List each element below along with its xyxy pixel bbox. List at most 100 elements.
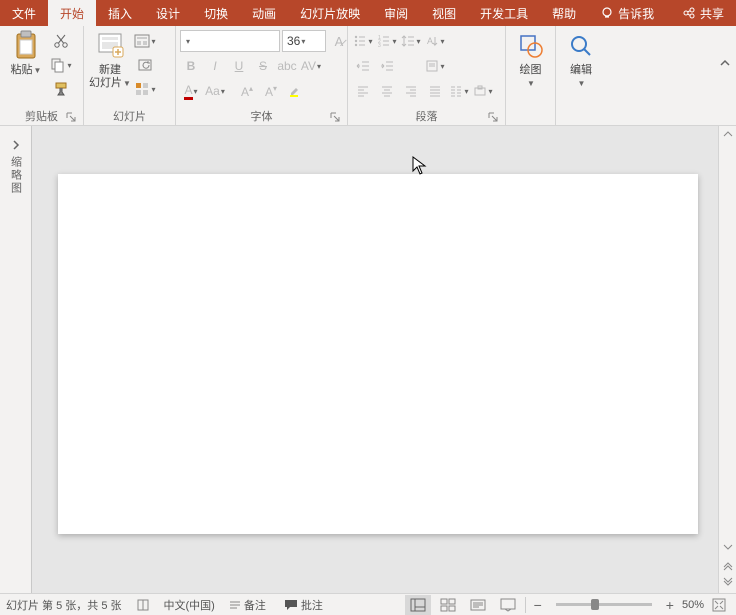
font-launcher[interactable] — [329, 111, 341, 123]
cursor-icon — [412, 156, 428, 176]
tab-home[interactable]: 开始 — [48, 0, 96, 26]
increase-indent-button[interactable] — [376, 55, 398, 77]
notes-button[interactable]: 备注 — [225, 595, 270, 615]
clear-format-button[interactable]: A̷ — [328, 30, 350, 52]
font-size-combo[interactable]: 36▾ — [282, 30, 326, 52]
zoom-level[interactable]: 50% — [682, 599, 704, 611]
format-painter-button[interactable] — [50, 78, 72, 100]
clipboard-launcher[interactable] — [65, 111, 77, 123]
reading-view-icon — [470, 598, 486, 612]
slideshow-view-button[interactable] — [495, 595, 521, 615]
tab-animation[interactable]: 动画 — [240, 0, 288, 26]
align-center-button[interactable] — [376, 80, 398, 102]
font-size-value: 36 — [287, 34, 300, 48]
zoom-in-button[interactable]: + — [662, 595, 678, 615]
slideshow-view-icon — [500, 598, 516, 612]
group-font: ▾ 36▾ A̷ B I U S abc AV▾ A▾ Aa▾ A▴ A▾ 字体 — [176, 26, 348, 125]
fit-window-button[interactable] — [708, 595, 730, 615]
decrease-indent-button[interactable] — [352, 55, 374, 77]
grow-font-button[interactable]: A▴ — [236, 80, 258, 102]
zoom-thumb[interactable] — [591, 599, 599, 610]
comments-button[interactable]: 批注 — [280, 595, 327, 615]
tab-insert[interactable]: 插入 — [96, 0, 144, 26]
scroll-up-icon[interactable] — [722, 128, 734, 140]
spellcheck-button[interactable] — [132, 595, 154, 615]
tab-tellme[interactable]: 告诉我 — [588, 0, 666, 26]
layout-button[interactable]: ▾ — [134, 30, 156, 52]
bold-button[interactable]: B — [180, 55, 202, 77]
editing-button[interactable]: 编辑▼ — [560, 28, 602, 90]
zoom-out-button[interactable]: − — [530, 595, 546, 615]
tab-transition[interactable]: 切换 — [192, 0, 240, 26]
highlight-icon — [288, 84, 302, 98]
tab-review[interactable]: 审阅 — [372, 0, 420, 26]
tab-share[interactable]: 共享 — [670, 0, 736, 26]
collapse-ribbon-button[interactable] — [718, 56, 732, 73]
normal-view-icon — [410, 598, 426, 612]
spacing-icon: AV — [301, 59, 316, 73]
scroll-down-icon[interactable] — [722, 541, 734, 553]
align-text-button[interactable]: ▾ — [424, 55, 446, 77]
line-spacing-button[interactable]: ▾ — [400, 30, 422, 52]
new-slide-button[interactable]: 新建幻灯片▼ — [88, 28, 132, 90]
tab-slideshow[interactable]: 幻灯片放映 — [288, 0, 372, 26]
paste-button[interactable]: 粘贴▼ — [4, 28, 48, 77]
reset-button[interactable] — [134, 54, 156, 76]
outdent-icon — [356, 59, 370, 73]
tab-view[interactable]: 视图 — [420, 0, 468, 26]
copy-button[interactable]: ▾ — [50, 54, 72, 76]
slide-counter[interactable]: 幻灯片 第 5 张，共 5 张 — [6, 597, 122, 613]
layout-icon — [134, 33, 150, 49]
strike-button[interactable]: S — [252, 55, 274, 77]
tab-design[interactable]: 设计 — [144, 0, 192, 26]
scissors-icon — [53, 33, 69, 49]
ribbon-tabs: 文件 开始 插入 设计 切换 动画 幻灯片放映 审阅 视图 开发工具 帮助 告诉… — [0, 0, 736, 26]
strike-icon: S — [259, 59, 267, 73]
zoom-slider[interactable] — [556, 603, 652, 606]
language-label[interactable]: 中文(中国) — [164, 597, 215, 613]
char-spacing-button[interactable]: AV▾ — [300, 55, 322, 77]
next-slide-icon[interactable] — [722, 577, 734, 589]
thumbnails-label: 缩略图 — [8, 156, 24, 195]
main-area: 缩略图 — [0, 126, 736, 593]
highlight-button[interactable] — [284, 80, 306, 102]
italic-button[interactable]: I — [204, 55, 226, 77]
columns-button[interactable]: ▾ — [448, 80, 470, 102]
shapes-icon — [517, 30, 545, 62]
cut-button[interactable] — [50, 30, 72, 52]
section-button[interactable]: ▾ — [134, 78, 156, 100]
font-color-button[interactable]: A▾ — [180, 80, 202, 102]
slide[interactable] — [58, 174, 698, 534]
strikethrough-icon: abc — [277, 59, 296, 73]
prev-slide-icon[interactable] — [722, 559, 734, 571]
comment-icon — [284, 599, 298, 611]
font-name-combo[interactable]: ▾ — [180, 30, 280, 52]
numbering-button[interactable]: 123▾ — [376, 30, 398, 52]
slide-canvas-area[interactable] — [32, 126, 718, 593]
change-case-button[interactable]: Aa▾ — [204, 80, 226, 102]
bullets-button[interactable]: ▾ — [352, 30, 374, 52]
paragraph-launcher[interactable] — [487, 111, 499, 123]
align-right-button[interactable] — [400, 80, 422, 102]
underline-button[interactable]: U — [228, 55, 250, 77]
align-left-button[interactable] — [352, 80, 374, 102]
drawing-button[interactable]: 绘图▼ — [510, 28, 551, 90]
tab-file[interactable]: 文件 — [0, 0, 48, 26]
sorter-view-button[interactable] — [435, 595, 461, 615]
share-icon — [682, 6, 696, 20]
brush-icon — [53, 81, 69, 97]
chevron-down-icon: ▾ — [186, 37, 190, 46]
text-direction-button[interactable]: A▾ — [424, 30, 446, 52]
tab-help[interactable]: 帮助 — [540, 0, 588, 26]
smartart-button[interactable]: ▾ — [472, 80, 494, 102]
thumbnails-pane-collapsed[interactable]: 缩略图 — [0, 126, 32, 593]
normal-view-button[interactable] — [405, 595, 431, 615]
vertical-scrollbar[interactable] — [718, 126, 736, 593]
tab-developer[interactable]: 开发工具 — [468, 0, 540, 26]
reading-view-button[interactable] — [465, 595, 491, 615]
text-direction-icon: A — [425, 34, 439, 48]
shadow-button[interactable]: abc — [276, 55, 298, 77]
shrink-font-button[interactable]: A▾ — [260, 80, 282, 102]
justify-button[interactable] — [424, 80, 446, 102]
align-left-icon — [356, 84, 370, 98]
